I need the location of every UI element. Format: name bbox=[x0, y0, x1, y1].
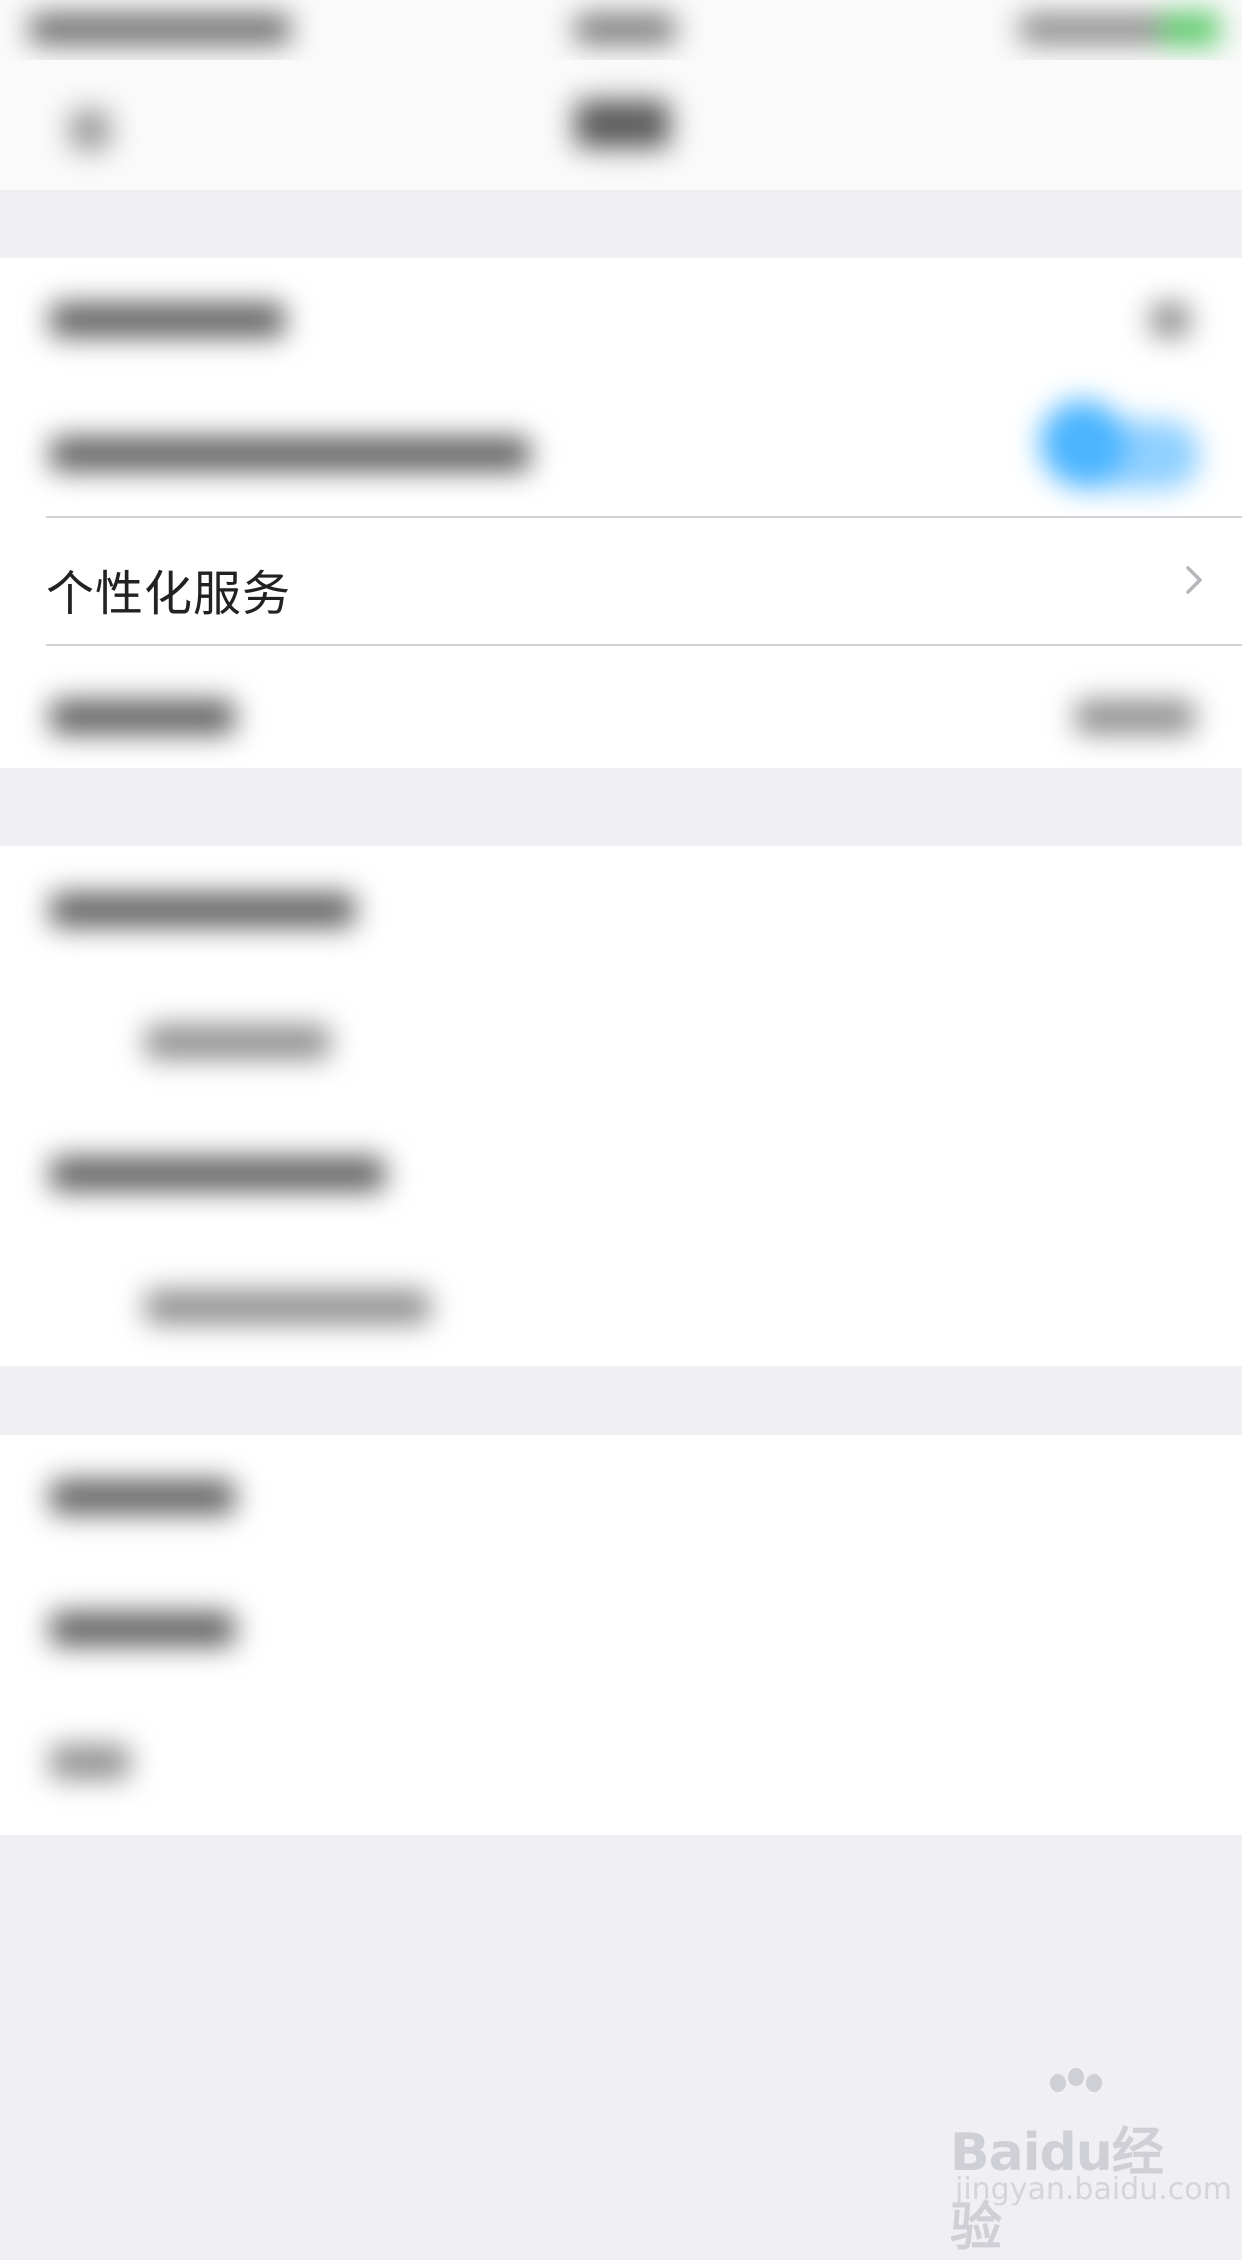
page-title-blurred bbox=[575, 100, 670, 148]
row-separator-bottom bbox=[46, 644, 1242, 646]
blurred-row-label bbox=[50, 303, 285, 337]
blurred-row-label bbox=[50, 893, 355, 927]
chevron-right-icon bbox=[1186, 566, 1202, 594]
blurred-row-label bbox=[50, 700, 235, 734]
back-icon[interactable] bbox=[70, 110, 110, 150]
blurred-row-value bbox=[1075, 700, 1195, 734]
personalized-service-row[interactable]: 个性化服务 bbox=[0, 516, 1242, 646]
blurred-row-label bbox=[50, 1480, 235, 1514]
baidu-jingyan-watermark: Baidu经验 jingyan.baidu.com bbox=[950, 2068, 1232, 2258]
watermark-url: jingyan.baidu.com bbox=[955, 2172, 1232, 2207]
blurred-row-label bbox=[50, 1745, 130, 1779]
battery-icon bbox=[1160, 12, 1220, 46]
blurred-row-label bbox=[145, 1290, 430, 1324]
paw-icon-toe bbox=[1086, 2074, 1102, 2092]
blurred-row-accessory bbox=[1150, 303, 1190, 337]
personalized-service-label: 个性化服务 bbox=[46, 566, 292, 622]
status-right-blurred bbox=[1020, 14, 1170, 44]
status-bar bbox=[0, 0, 1242, 60]
status-left-blurred bbox=[30, 14, 290, 44]
row-separator-top bbox=[46, 516, 1242, 518]
blurred-row-label bbox=[50, 1612, 235, 1646]
paw-icon bbox=[1050, 2074, 1066, 2092]
blurred-row-label bbox=[50, 437, 530, 471]
paw-icon-toe bbox=[1068, 2068, 1084, 2086]
blurred-row-label bbox=[50, 1157, 385, 1191]
toggle-switch[interactable] bbox=[1040, 400, 1126, 486]
status-time-blurred bbox=[575, 14, 675, 44]
blurred-row-label bbox=[145, 1025, 330, 1059]
